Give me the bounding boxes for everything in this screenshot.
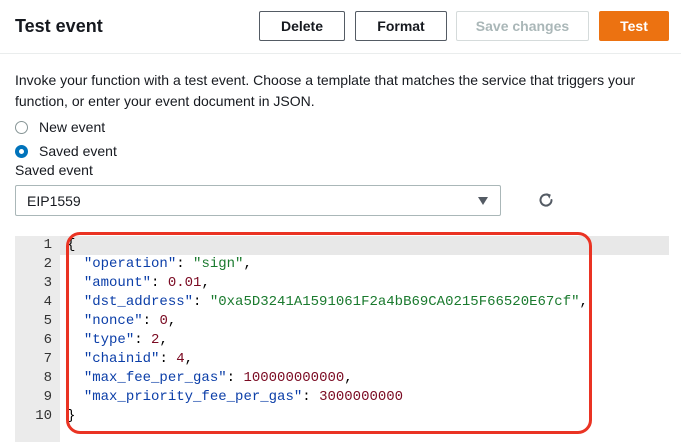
line-number: 4	[43, 294, 52, 310]
code-token-key: "max_fee_per_gas"	[83, 370, 227, 386]
format-button[interactable]: Format	[355, 11, 447, 41]
refresh-icon[interactable]	[536, 190, 556, 210]
code-token-punc: :	[176, 256, 194, 272]
code-line: "nonce": 0,	[67, 312, 176, 331]
code-token-key: "type"	[83, 332, 135, 348]
code-token-punc: {	[67, 237, 76, 253]
radio-button-unchecked[interactable]	[15, 120, 28, 134]
code-editor[interactable]: 1 2 3 4 5 6 7 8 9 10 { "operation": "sign", "amou…	[15, 236, 669, 442]
saved-event-label: Saved event	[15, 162, 93, 178]
saved-event-select-value: EIP1559	[27, 192, 81, 209]
active-line-highlight	[60, 236, 669, 255]
saved-event-select[interactable]: EIP1559	[15, 185, 501, 216]
test-event-header: Test event Delete Format Save changes Te…	[0, 0, 681, 54]
code-token-punc: :	[302, 389, 320, 405]
code-token-num: 0.01	[167, 275, 202, 291]
line-number: 9	[43, 389, 52, 405]
code-token-punc: ,	[201, 275, 210, 291]
line-number: 5	[43, 313, 52, 329]
code-line: {	[67, 236, 75, 255]
code-token-key: "max_priority_fee_per_gas"	[83, 389, 303, 405]
code-token-punc: ,	[159, 332, 168, 348]
code-token-punc	[67, 256, 84, 272]
code-token-punc: :	[134, 332, 152, 348]
code-token-punc: :	[142, 313, 160, 329]
code-line: "chainid": 4,	[67, 350, 193, 369]
code-line: "amount": 0.01,	[67, 274, 210, 293]
code-token-punc: }	[67, 408, 76, 424]
code-token-punc: :	[159, 351, 177, 367]
code-token-punc: ,	[579, 294, 588, 310]
radio-saved-event[interactable]: Saved event	[15, 141, 117, 161]
code-token-key: "chainid"	[83, 351, 160, 367]
code-token-punc: ,	[184, 351, 194, 367]
code-token-num: 100000000000	[243, 370, 345, 386]
page-title: Test event	[15, 16, 103, 36]
radio-label-saved-event: Saved event	[39, 143, 117, 159]
code-token-punc: :	[193, 294, 210, 310]
code-token-punc: :	[151, 275, 168, 291]
code-token-key: "dst_address"	[83, 294, 194, 310]
code-token-punc	[67, 389, 84, 405]
line-number: 8	[43, 370, 52, 386]
code-token-num: 3000000000	[319, 389, 404, 405]
radio-button-checked[interactable]	[15, 144, 28, 158]
code-token-punc	[67, 351, 84, 367]
radio-new-event[interactable]: New event	[15, 117, 105, 137]
radio-label-new-event: New event	[39, 119, 106, 135]
code-line: }	[67, 407, 75, 426]
line-number: 6	[43, 332, 52, 348]
line-number: 3	[43, 275, 52, 291]
save-changes-button[interactable]: Save changes	[456, 11, 589, 41]
delete-button[interactable]: Delete	[259, 11, 345, 41]
code-token-str: "sign"	[193, 256, 244, 272]
code-token-punc: ,	[243, 256, 252, 272]
code-line: "max_fee_per_gas": 100000000000,	[67, 369, 353, 388]
line-number: 7	[43, 351, 52, 367]
line-number: 1	[43, 237, 52, 253]
code-token-punc	[67, 294, 84, 310]
code-token-punc	[67, 275, 84, 291]
caret-down-icon	[478, 197, 488, 205]
code-token-key: "amount"	[83, 275, 152, 291]
line-number: 10	[35, 408, 52, 424]
code-line: "dst_address": "0xa5D3241A1591061F2a4bB6…	[67, 293, 588, 312]
code-line: "max_priority_fee_per_gas": 3000000000	[67, 388, 403, 407]
code-token-num: 0	[159, 313, 168, 329]
code-line: "operation": "sign",	[67, 255, 252, 274]
code-token-punc: :	[226, 370, 244, 386]
code-token-punc: ,	[344, 370, 353, 386]
code-token-str: "0xa5D3241A1591061F2a4bB69CA0215F66520E6…	[209, 294, 580, 310]
code-token-punc: ,	[167, 313, 177, 329]
code-token-num: 4	[176, 351, 185, 367]
code-token-punc	[67, 332, 84, 348]
code-token-punc	[67, 370, 84, 386]
code-token-punc	[67, 313, 84, 329]
editor-gutter: 1 2 3 4 5 6 7 8 9 10	[15, 236, 60, 442]
line-number: 2	[43, 256, 52, 272]
code-token-key: "operation"	[83, 256, 177, 272]
code-token-key: "nonce"	[83, 313, 143, 329]
code-line: "type": 2,	[67, 331, 168, 350]
description-text: Invoke your function with a test event. …	[15, 72, 636, 109]
test-button[interactable]: Test	[599, 11, 669, 41]
